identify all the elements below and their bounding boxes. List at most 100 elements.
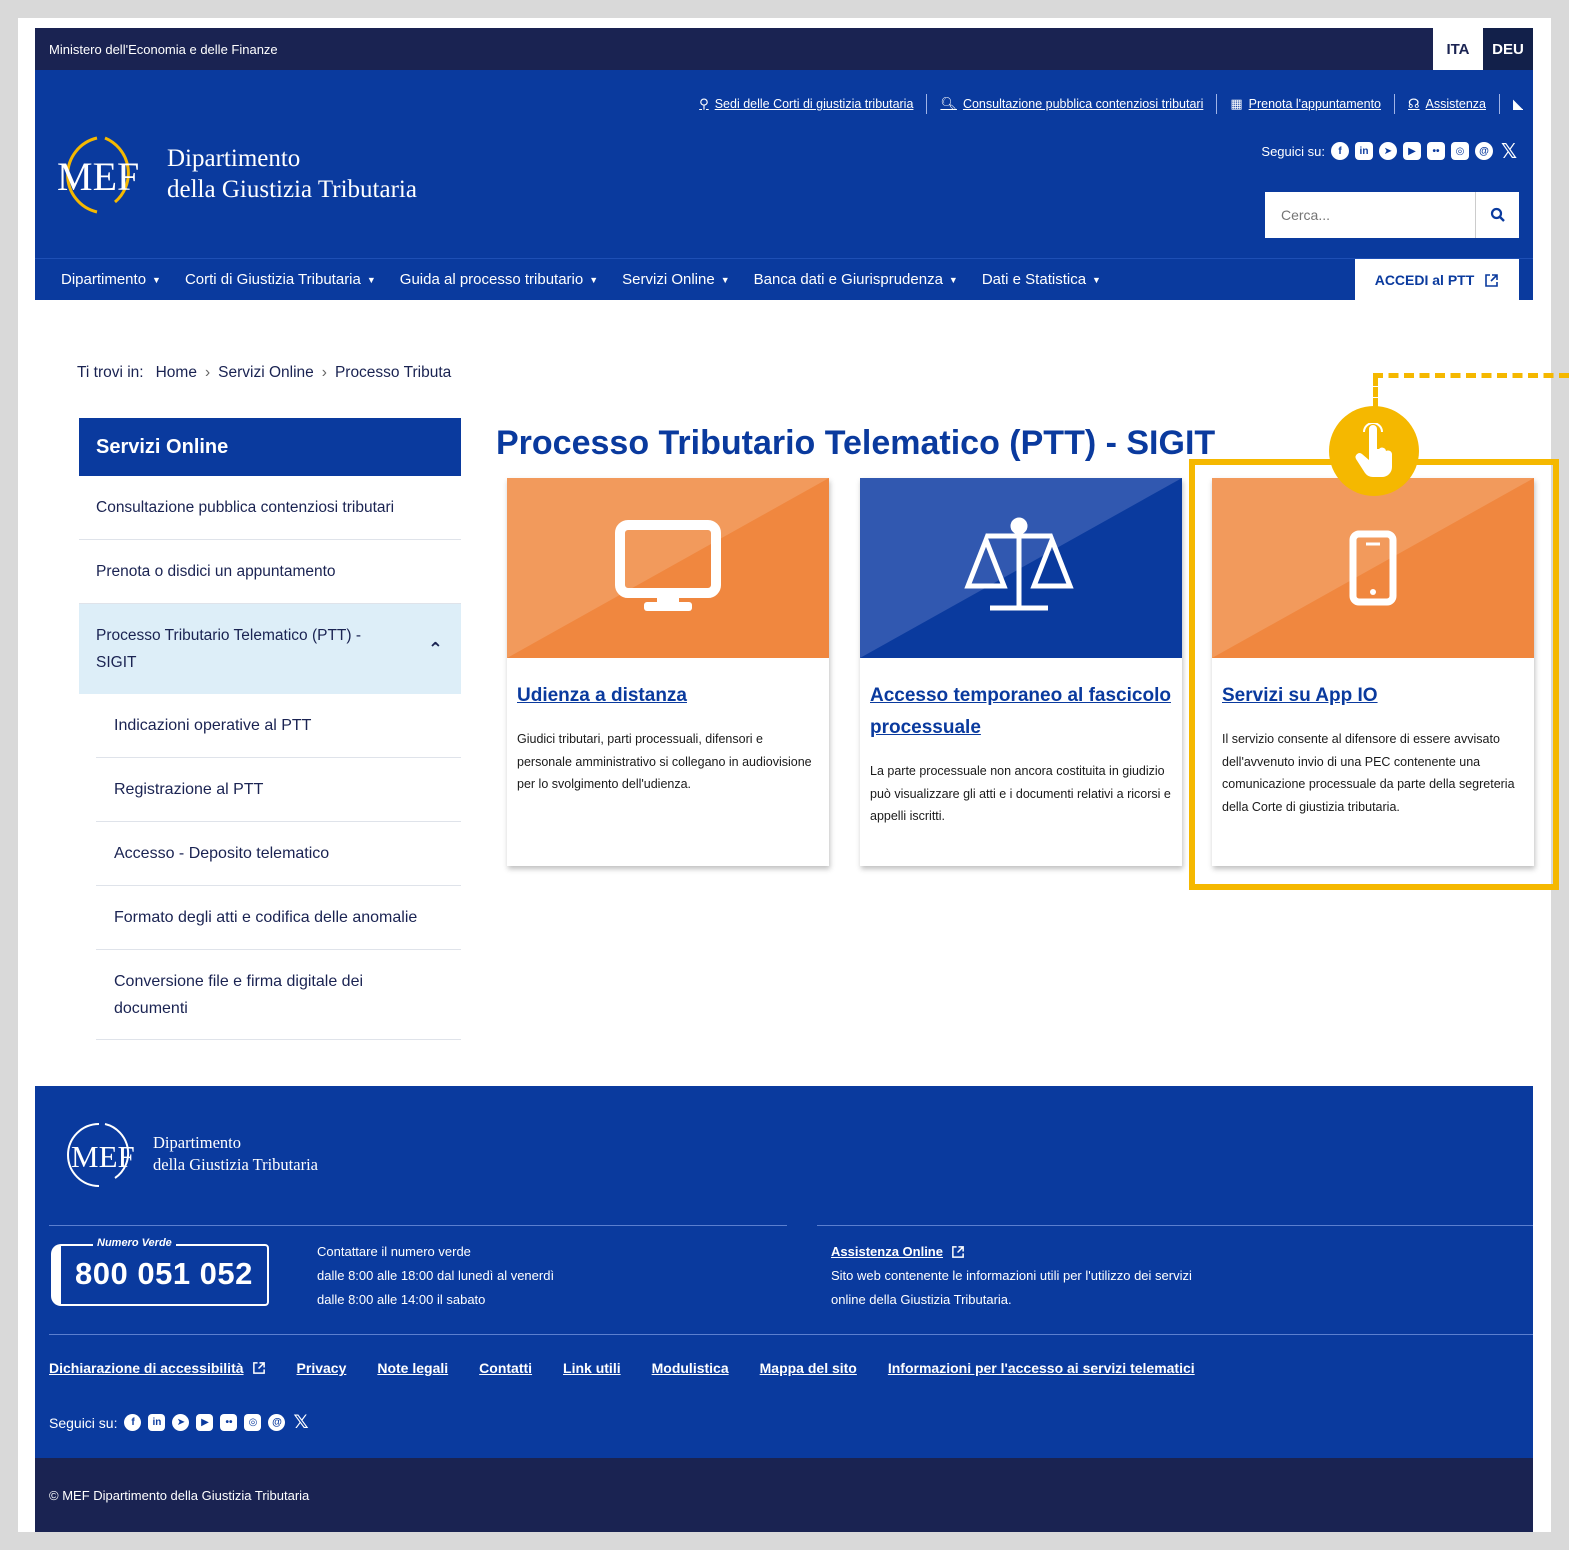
numero-verde-number: 800 051 052: [75, 1256, 253, 1291]
external-link-icon: [252, 1362, 265, 1374]
nav-corti[interactable]: Corti di Giustizia Tributaria ▼: [161, 271, 376, 288]
footer-logo[interactable]: MEF Dipartimento della Giustizia Tributa…: [65, 1120, 318, 1188]
nav-banca-dati[interactable]: Banca dati e Giurisprudenza ▼: [730, 271, 958, 288]
nav-dipartimento[interactable]: Dipartimento ▼: [35, 271, 161, 288]
nav-guida[interactable]: Guida al processo tributario ▼: [376, 271, 598, 288]
threads-icon[interactable]: @: [1475, 142, 1493, 160]
copyright-bar: © MEF Dipartimento della Giustizia Tribu…: [35, 1458, 1533, 1532]
footer-logo-line2: della Giustizia Tributaria: [153, 1155, 318, 1174]
assistenza-online-link[interactable]: Assistenza Online: [831, 1240, 943, 1264]
card-image: [507, 478, 829, 658]
card-udienza[interactable]: Udienza a distanza Giudici tributari, pa…: [507, 478, 829, 866]
caret-down-icon: ▼: [1092, 274, 1101, 285]
sidebar-subitem-conversione[interactable]: Conversione file e firma digitale dei do…: [96, 950, 461, 1040]
youtube-icon[interactable]: ▶: [1403, 142, 1421, 160]
mef-logo-icon: MEF: [49, 132, 157, 216]
breadcrumb-servizi[interactable]: Servizi Online: [218, 364, 314, 382]
nav-label: Dipartimento: [61, 271, 147, 288]
link-prenota-label: Prenota l'appuntamento: [1248, 97, 1381, 111]
social-label: Seguici su:: [1261, 143, 1325, 159]
flickr-icon[interactable]: ••: [220, 1414, 238, 1431]
caret-down-icon: ▼: [720, 274, 730, 285]
footer-link-modulistica[interactable]: Modulistica: [652, 1360, 729, 1376]
card-image: [860, 478, 1182, 658]
nav-label: Dati e Statistica: [981, 271, 1087, 288]
numero-verde-badge[interactable]: Numero Verde 800 051 052: [51, 1237, 269, 1306]
sidebar-subitem-formato[interactable]: Formato degli atti e codifica delle anom…: [96, 886, 461, 950]
facebook-icon[interactable]: f: [1331, 142, 1349, 160]
link-prenota[interactable]: ▦ Prenota l'appuntamento: [1230, 96, 1381, 112]
numero-verde-label: Numero Verde: [93, 1237, 176, 1249]
lang-ita[interactable]: ITA: [1433, 28, 1483, 70]
x-icon[interactable]: 𝕏: [1499, 141, 1519, 163]
card-accesso-fascicolo[interactable]: Accesso temporaneo al fascicolo processu…: [860, 478, 1182, 866]
link-consultazione[interactable]: 🔍︎ Consultazione pubblica contenziosi tri…: [940, 96, 1203, 112]
page-title: Processo Tributario Telematico (PTT) - S…: [496, 424, 1216, 462]
site-logo[interactable]: MEF Dipartimento della Giustizia Tributa…: [49, 132, 417, 216]
sidebar-subitem-accesso[interactable]: Accesso - Deposito telematico: [96, 822, 461, 886]
facebook-icon[interactable]: f: [124, 1414, 142, 1431]
nav-servizi[interactable]: Servizi Online ▼: [598, 271, 729, 288]
assistenza-online: Assistenza Online Sito web contenente le…: [831, 1240, 1192, 1312]
telegram-icon[interactable]: ➤: [172, 1414, 190, 1431]
rss-icon: ◣: [1513, 96, 1523, 111]
divider: [1394, 94, 1395, 114]
instagram-icon[interactable]: ◎: [244, 1414, 262, 1431]
linkedin-icon[interactable]: in: [148, 1414, 166, 1431]
telegram-icon[interactable]: ➤: [1379, 142, 1397, 160]
flickr-icon[interactable]: ••: [1427, 142, 1445, 160]
footer-logo-mark: MEF: [71, 1139, 135, 1174]
breadcrumb-separator-icon: ›: [321, 364, 327, 381]
ministry-bar: Ministero dell'Economia e delle Finanze …: [35, 28, 1533, 70]
logo-mark-text: MEF: [57, 154, 139, 199]
footer-link-accessibilita[interactable]: Dichiarazione di accessibilità: [49, 1360, 266, 1376]
chevron-up-icon[interactable]: ⌃: [428, 636, 443, 663]
external-link-icon: [1485, 273, 1499, 287]
threads-icon[interactable]: @: [268, 1414, 286, 1431]
footer-link-contatti[interactable]: Contatti: [479, 1360, 532, 1376]
search-input[interactable]: [1265, 192, 1475, 238]
footer-link-note-legali[interactable]: Note legali: [377, 1360, 448, 1376]
card-title[interactable]: Udienza a distanza: [507, 680, 829, 712]
divider: [926, 94, 928, 114]
link-assistenza[interactable]: ☊ Assistenza: [1408, 96, 1486, 112]
link-sedi-label: Sedi delle Corti di giustizia tributaria: [714, 97, 914, 111]
card-description: Giudici tributari, parti processuali, di…: [517, 732, 812, 791]
footer: MEF Dipartimento della Giustizia Tributa…: [35, 1086, 1533, 1532]
card-title[interactable]: Accesso temporaneo al fascicolo processu…: [860, 680, 1182, 744]
utility-links: ⚲ Sedi delle Corti di giustizia tributari…: [699, 94, 1523, 114]
sidebar-item-prenota[interactable]: Prenota o disdici un appuntamento: [79, 540, 461, 604]
x-icon[interactable]: 𝕏: [292, 1412, 309, 1433]
footer-link-privacy[interactable]: Privacy: [297, 1360, 347, 1376]
sidebar-subitem-label: Conversione file e firma digitale dei do…: [114, 972, 364, 1017]
ministry-name[interactable]: Ministero dell'Economia e delle Finanze: [35, 42, 278, 57]
site-header: Ministero dell'Economia e delle Finanze …: [35, 28, 1533, 301]
caret-down-icon: ▼: [152, 274, 161, 285]
link-sedi[interactable]: ⚲ Sedi delle Corti di giustizia tributari…: [699, 96, 913, 112]
sidebar-item-consultazione[interactable]: Consultazione pubblica contenziosi tribu…: [79, 476, 461, 540]
headset-icon: ☊: [1408, 96, 1420, 111]
linkedin-icon[interactable]: in: [1355, 142, 1373, 160]
sidebar-subitem-registrazione[interactable]: Registrazione al PTT: [96, 758, 461, 822]
rss-link[interactable]: ◣: [1513, 96, 1523, 112]
youtube-icon[interactable]: ▶: [196, 1414, 214, 1431]
footer-link-servizi-telematici[interactable]: Informazioni per l'accesso ai servizi te…: [888, 1360, 1195, 1376]
sidebar-subitem-indicazioni[interactable]: Indicazioni operative al PTT: [96, 694, 461, 758]
breadcrumb-home[interactable]: Home: [156, 364, 197, 382]
accedi-ptt-button[interactable]: ACCEDI al PTT: [1355, 259, 1519, 301]
footer-logo-text: Dipartimento della Giustizia Tributaria: [153, 1132, 318, 1176]
breadcrumb: Ti trovi in: Home › Servizi Online › Pro…: [77, 364, 451, 382]
link-consultazione-label: Consultazione pubblica contenziosi tribu…: [962, 97, 1204, 111]
footer-link-mappa[interactable]: Mappa del sito: [760, 1360, 857, 1376]
divider: [1499, 94, 1500, 114]
search-button[interactable]: [1475, 192, 1519, 238]
breadcrumb-separator-icon: ›: [204, 364, 211, 381]
sidebar-item-ptt[interactable]: Processo Tributario Telematico (PTT) - S…: [79, 604, 461, 694]
search-doc-icon: 🔍︎: [940, 96, 957, 111]
footer-divider: [49, 1334, 1533, 1335]
nav-dati-statistica[interactable]: Dati e Statistica ▼: [958, 271, 1101, 288]
lang-deu[interactable]: DEU: [1483, 28, 1533, 70]
assistenza-line: Sito web contenente le informazioni util…: [831, 1268, 1192, 1283]
footer-link-link-utili[interactable]: Link utili: [563, 1360, 621, 1376]
instagram-icon[interactable]: ◎: [1451, 142, 1469, 160]
